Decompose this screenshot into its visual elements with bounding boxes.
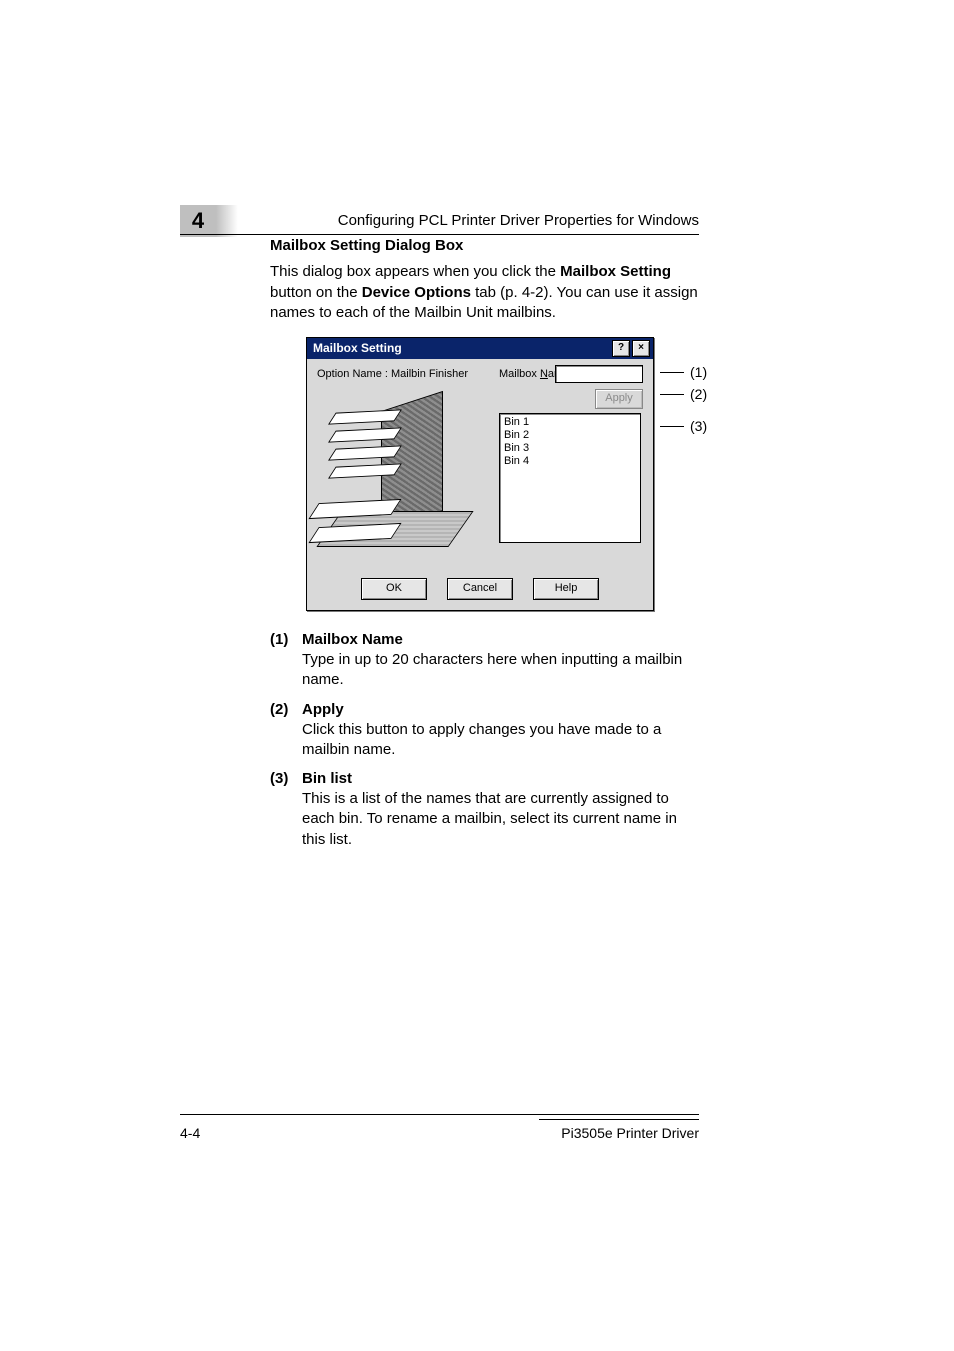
footer-sub-rule [539, 1119, 699, 1120]
item-desc: Click this button to apply changes you h… [302, 720, 699, 761]
bin-list-item[interactable]: Bin 4 [504, 455, 636, 468]
item-title: Mailbox Name [302, 631, 699, 648]
cancel-button[interactable]: Cancel [447, 578, 513, 600]
intro-bold-1: Mailbox Setting [560, 263, 671, 280]
list-item: (1) Mailbox Name Type in up to 20 charac… [270, 631, 699, 691]
option-name-label: Option Name : Mailbin Finisher [317, 367, 468, 382]
titlebar-help-button[interactable]: ? [612, 340, 630, 357]
callout-3: (3) [690, 417, 707, 436]
mailbox-setting-dialog: Mailbox Setting ? × Option Name : Mailbi… [306, 337, 654, 611]
dialog-figure: Mailbox Setting ? × Option Name : Mailbi… [306, 337, 699, 611]
callout-1: (1) [690, 363, 707, 382]
item-desc: This is a list of the names that are cur… [302, 789, 699, 850]
bin-list-item[interactable]: Bin 3 [504, 442, 636, 455]
apply-button[interactable]: Apply [595, 389, 643, 409]
dialog-title: Mailbox Setting [313, 340, 402, 356]
mailbin-illustration [317, 391, 477, 551]
footer-product-name: Pi3505e Printer Driver [561, 1125, 699, 1141]
chapter-number-tab: 4 [180, 205, 216, 237]
mailbox-name-input[interactable] [555, 365, 643, 383]
mailbox-name-label-pre: Mailbox [499, 368, 540, 380]
item-title: Apply [302, 701, 699, 718]
list-item: (2) Apply Click this button to apply cha… [270, 701, 699, 761]
intro-bold-2: Device Options [362, 284, 471, 301]
help-button[interactable]: Help [533, 578, 599, 600]
intro-text-2: button on the [270, 284, 362, 301]
item-number: (2) [270, 701, 302, 761]
section-heading: Mailbox Setting Dialog Box [270, 236, 699, 256]
header-rule [180, 234, 699, 235]
page-number: 4-4 [180, 1125, 200, 1141]
dialog-titlebar: Mailbox Setting ? × [307, 338, 653, 359]
intro-text-1: This dialog box appears when you click t… [270, 263, 560, 280]
item-number: (1) [270, 631, 302, 691]
intro-paragraph: This dialog box appears when you click t… [270, 262, 699, 323]
item-number: (3) [270, 770, 302, 850]
list-item: (3) Bin list This is a list of the names… [270, 770, 699, 850]
bin-list-item[interactable]: Bin 2 [504, 429, 636, 442]
item-desc: Type in up to 20 characters here when in… [302, 650, 699, 691]
callout-2: (2) [690, 385, 707, 404]
item-title: Bin list [302, 770, 699, 787]
bin-list-item[interactable]: Bin 1 [504, 416, 636, 429]
titlebar-close-button[interactable]: × [632, 340, 650, 357]
running-header: Configuring PCL Printer Driver Propertie… [338, 212, 699, 229]
footer-rule [180, 1114, 699, 1115]
ok-button[interactable]: OK [361, 578, 427, 600]
bin-list[interactable]: Bin 1 Bin 2 Bin 3 Bin 4 [499, 413, 641, 543]
mailbox-name-label-accel: N [540, 368, 548, 380]
